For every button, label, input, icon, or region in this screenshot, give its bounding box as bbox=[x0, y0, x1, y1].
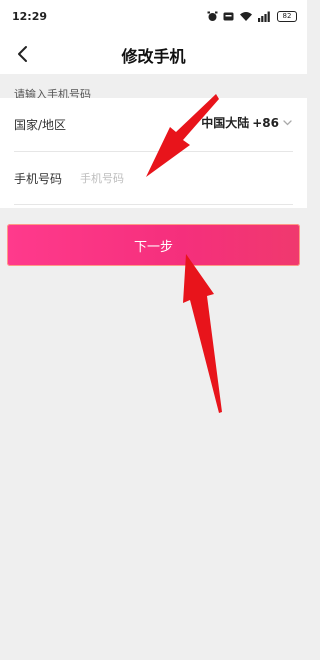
page-title: 修改手机 bbox=[121, 47, 186, 66]
phone-form: 国家/地区 中国大陆 +86 手机号码 bbox=[0, 98, 307, 208]
nav-bar: 修改手机 bbox=[0, 34, 307, 74]
arrow-to-next-button bbox=[183, 254, 222, 413]
wifi-icon bbox=[239, 7, 253, 26]
status-bar: 12:29 82 bbox=[0, 0, 307, 34]
country-selector[interactable]: 中国大陆 +86 bbox=[201, 114, 293, 131]
signal-icon bbox=[258, 7, 272, 26]
country-code: +86 bbox=[252, 115, 279, 130]
phone-row: 手机号码 bbox=[0, 152, 307, 205]
status-time: 12:29 bbox=[12, 10, 48, 23]
next-button[interactable]: 下一步 bbox=[7, 224, 300, 266]
alarm-icon bbox=[207, 7, 218, 26]
battery-icon: 82 bbox=[277, 10, 297, 22]
status-icons: 82 bbox=[207, 9, 297, 23]
hd-icon bbox=[223, 7, 234, 26]
row-divider bbox=[14, 204, 293, 205]
chevron-down-icon bbox=[283, 120, 292, 126]
phone-input[interactable] bbox=[80, 166, 280, 190]
country-label: 国家/地区 bbox=[14, 118, 67, 132]
country-row[interactable]: 国家/地区 中国大陆 +86 bbox=[0, 98, 307, 152]
country-name: 中国大陆 bbox=[201, 116, 250, 130]
phone-label: 手机号码 bbox=[14, 172, 63, 186]
